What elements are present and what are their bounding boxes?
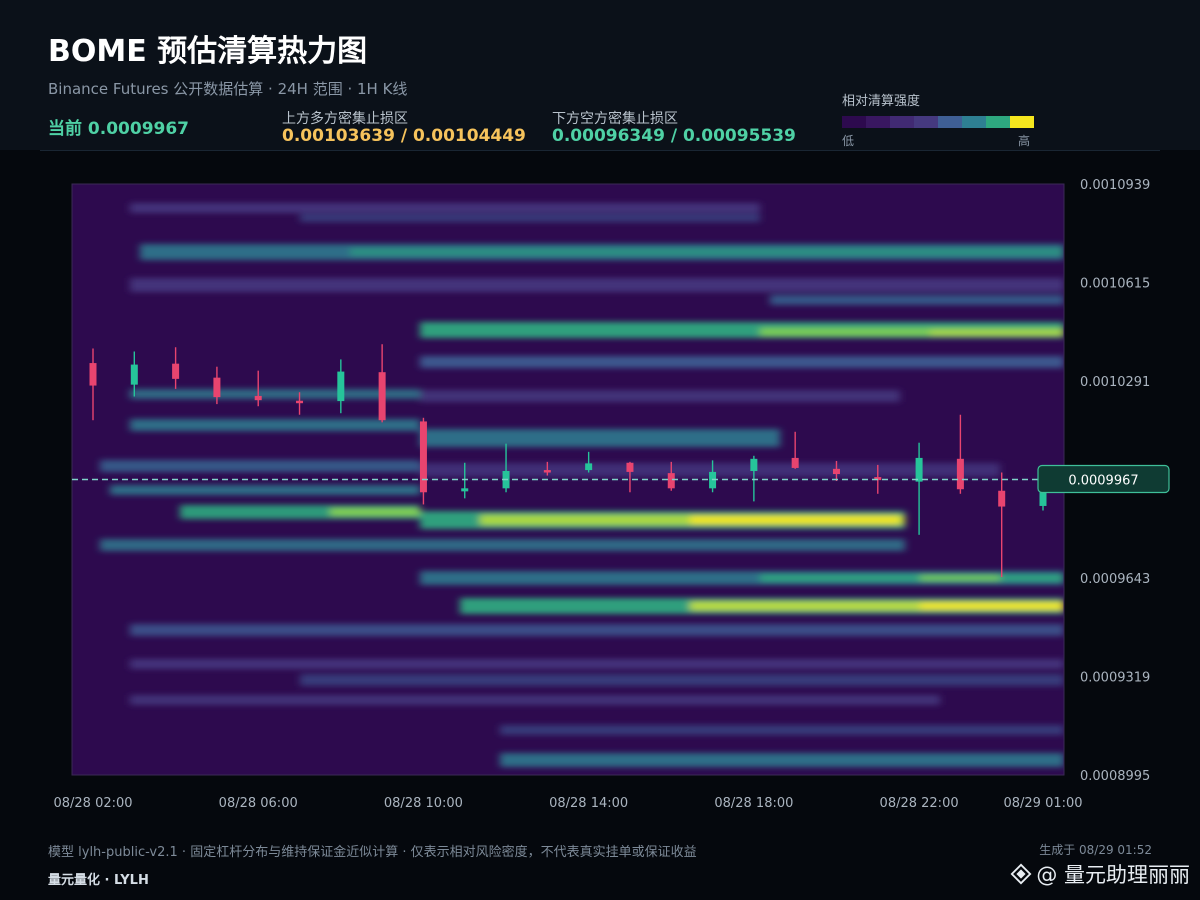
candle-body [626, 462, 634, 472]
heat-band [130, 419, 420, 431]
heat-band [130, 695, 940, 705]
current-price-tag-text: 0.0009967 [1068, 474, 1138, 489]
heat-band [130, 659, 1064, 669]
candle-body [213, 377, 221, 398]
candle-body [667, 473, 675, 489]
y-tick-label: 0.0010939 [1080, 178, 1150, 193]
heat-band [420, 390, 900, 402]
candle [419, 417, 427, 505]
heat-band [300, 674, 1064, 686]
heat-band [920, 602, 1064, 610]
y-tick-label: 0.0008995 [1080, 769, 1150, 784]
candle-body [915, 457, 923, 482]
heat-band [420, 429, 780, 447]
x-tick-label: 08/28 02:00 [53, 796, 132, 811]
candle-body [461, 488, 469, 492]
watermark: @ 量元助理丽丽 [1010, 859, 1190, 889]
liquidation-heatmap-chart: 0.0009967 0.0010939 0.0010615 0.0010291 0.0… [53, 178, 1170, 811]
candle-body [378, 372, 386, 421]
candle-body [750, 458, 758, 471]
heat-band [760, 574, 1064, 582]
heat-band [930, 330, 1064, 336]
x-tick-label: 08/28 14:00 [549, 796, 628, 811]
watermark-text: @ 量元助理丽丽 [1036, 863, 1190, 887]
diamond-logo-icon [1010, 863, 1032, 885]
candle-body [998, 490, 1006, 507]
y-tick-label: 0.0010291 [1080, 375, 1150, 390]
x-axis: 08/28 02:00 08/28 06:00 08/28 10:00 08/28 1… [53, 796, 1082, 811]
heat-band [100, 460, 420, 472]
candle-body [832, 468, 840, 475]
footer-brand: 量元量化 · LYLH [48, 873, 149, 888]
heat-band [100, 539, 905, 551]
generated-time: 生成于 08/29 01:52 [1039, 843, 1152, 857]
heat-band [130, 203, 760, 213]
heat-band [920, 575, 1000, 581]
heat-band [130, 624, 1064, 636]
candle-body [543, 470, 551, 473]
x-tick-label: 08/28 10:00 [384, 796, 463, 811]
y-tick-label: 0.0009643 [1080, 572, 1150, 587]
candle-body [172, 363, 180, 379]
x-tick-label: 08/28 22:00 [880, 796, 959, 811]
candle-body [791, 457, 799, 468]
heat-band [330, 508, 420, 516]
x-tick-label: 08/28 18:00 [714, 796, 793, 811]
heat-band [500, 725, 1064, 735]
x-tick-label: 08/28 06:00 [219, 796, 298, 811]
heat-band [130, 389, 420, 399]
y-tick-label: 0.0009319 [1080, 671, 1150, 686]
candle-body [585, 463, 593, 471]
candle-body [337, 371, 345, 402]
current-price-tag: 0.0009967 [1037, 464, 1170, 494]
heat-band [110, 485, 420, 495]
candle-body [956, 458, 964, 490]
candle-body [89, 363, 97, 386]
y-tick-label: 0.0010615 [1080, 277, 1150, 292]
candle-body [254, 395, 262, 401]
candle-body [419, 421, 427, 493]
heat-band [130, 278, 1064, 292]
heat-band [300, 214, 760, 222]
heat-band [690, 516, 900, 524]
heat-band [420, 356, 1064, 368]
candle-body [296, 400, 304, 404]
footer-note: 模型 lylh-public-v2.1 · 固定杠杆分布与维持保证金近似计算 ·… [48, 845, 697, 860]
heat-band [770, 295, 1064, 305]
x-tick-label: 08/29 01:00 [1003, 796, 1082, 811]
heat-band [350, 248, 1064, 256]
candle-body [130, 364, 138, 385]
heat-band [500, 753, 1064, 767]
